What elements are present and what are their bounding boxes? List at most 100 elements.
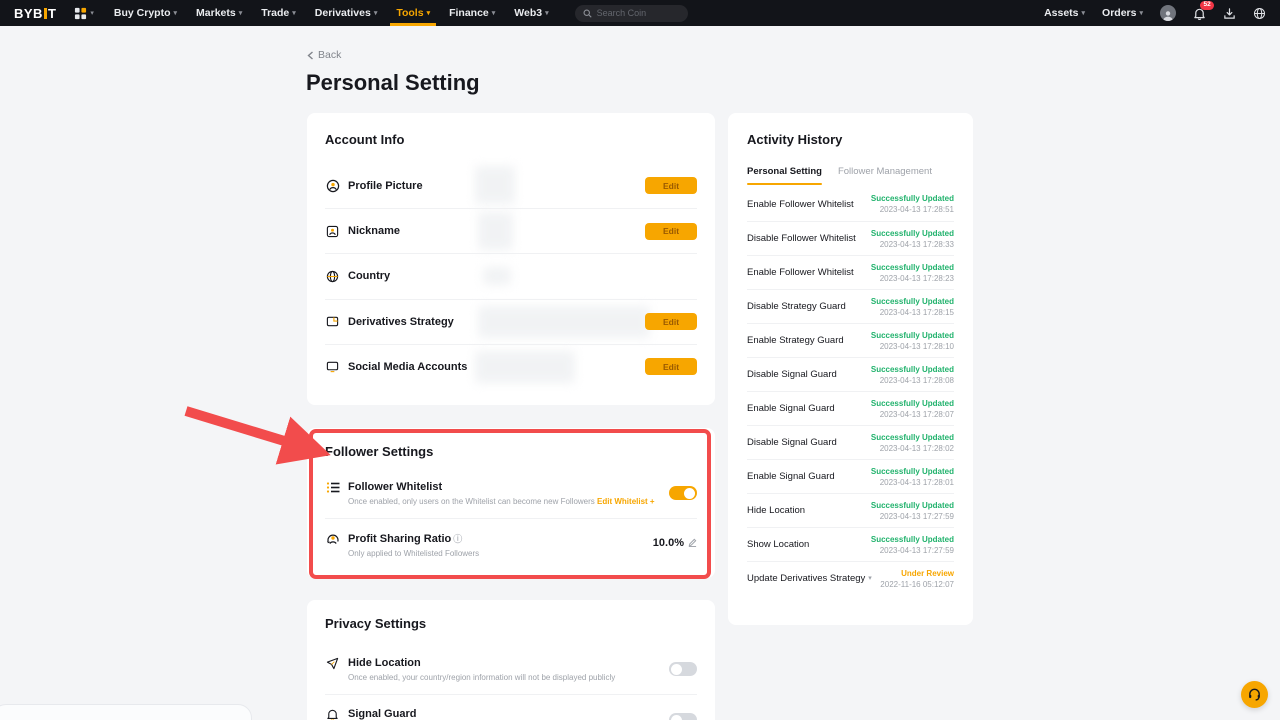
toggle-knob <box>671 715 682 720</box>
activity-row-under-review: Update Derivatives Strategy▾ Under Revie… <box>747 561 954 595</box>
orders-menu[interactable]: Orders▾ <box>1102 7 1143 19</box>
signal-guard-bell-icon <box>325 708 340 720</box>
nav-derivatives[interactable]: Derivatives▾ <box>315 0 378 26</box>
page-title: Personal Setting <box>306 70 480 96</box>
profit-sharing-icon <box>325 532 340 546</box>
language-globe-icon[interactable] <box>1253 7 1266 20</box>
info-icon[interactable]: ⓘ <box>453 534 462 544</box>
nav-web3[interactable]: Web3▾ <box>514 0 548 26</box>
redacted-nickname <box>478 212 513 250</box>
country-globe-icon <box>325 270 340 283</box>
follower-whitelist-icon <box>325 481 340 494</box>
logo-text: BYB <box>14 6 43 21</box>
activity-row: Enable Signal Guard Successfully Updated… <box>747 391 954 425</box>
coin-search-box[interactable] <box>575 5 688 22</box>
activity-row: Enable Follower Whitelist Successfully U… <box>747 255 954 289</box>
edit-social-media-button[interactable]: Edit <box>645 358 697 375</box>
activity-row: Enable Follower Whitelist Successfully U… <box>747 187 954 221</box>
follower-settings-title: Follower Settings <box>325 444 697 459</box>
chevron-down-icon: ▾ <box>90 10 94 17</box>
chevron-down-icon: ▾ <box>174 10 178 17</box>
profile-avatar[interactable] <box>1160 5 1176 21</box>
account-info-title: Account Info <box>325 132 697 147</box>
activity-row: Disable Strategy Guard Successfully Upda… <box>747 289 954 323</box>
profit-sharing-subtitle: Only applied to Whitelisted Followers <box>348 549 479 558</box>
support-chat-button[interactable] <box>1241 681 1268 708</box>
nav-finance[interactable]: Finance▾ <box>449 0 495 26</box>
main-nav: Buy Crypto▾ Markets▾ Trade▾ Derivatives▾… <box>114 0 549 26</box>
chevron-down-icon: ▾ <box>868 575 872 582</box>
row-nickname: Nickname Edit <box>325 208 697 253</box>
toggle-knob <box>684 488 695 499</box>
toggle-knob <box>671 664 682 675</box>
download-app-icon[interactable] <box>1223 7 1236 20</box>
back-link[interactable]: Back <box>307 49 341 61</box>
top-nav-bar: BYB T ▾ Buy Crypto▾ Markets▾ Trade▾ Deriv… <box>0 0 1280 26</box>
account-info-card: Account Info Profile Picture Edit Nickna… <box>307 113 715 405</box>
activity-rows: Enable Follower Whitelist Successfully U… <box>747 187 954 595</box>
edit-pencil-icon[interactable] <box>688 538 697 547</box>
notification-count-badge: 52 <box>1200 1 1214 11</box>
activity-row: Enable Strategy Guard Successfully Updat… <box>747 323 954 357</box>
activity-history-card: Activity History Personal Setting Follow… <box>728 113 973 625</box>
social-media-icon <box>325 360 340 373</box>
header-right: Assets▾ Orders▾ 52 <box>1044 5 1266 21</box>
nav-buy-crypto[interactable]: Buy Crypto▾ <box>114 0 177 26</box>
edit-profile-picture-button[interactable]: Edit <box>645 177 697 194</box>
derivatives-strategy-icon <box>325 315 340 328</box>
row-profile-picture: Profile Picture Edit <box>325 163 697 208</box>
chevron-left-icon <box>307 51 314 60</box>
chevron-down-icon: ▾ <box>545 10 549 17</box>
tab-personal-setting[interactable]: Personal Setting <box>747 166 822 185</box>
notifications-bell-icon[interactable]: 52 <box>1193 7 1206 20</box>
redacted-strategy-text <box>478 306 650 338</box>
chat-widget-stub[interactable] <box>0 704 252 720</box>
follower-settings-card: Follower Settings Follower Whitelist Onc… <box>307 428 715 578</box>
back-label: Back <box>318 49 341 61</box>
bybit-logo[interactable]: BYB T <box>14 6 56 21</box>
activity-row: Enable Signal Guard Successfully Updated… <box>747 459 954 493</box>
chevron-down-icon: ▾ <box>427 10 431 17</box>
row-profit-sharing-ratio: Profit Sharing Ratioⓘ Only applied to Wh… <box>325 518 697 570</box>
chevron-down-icon: ▾ <box>492 10 496 17</box>
nav-markets[interactable]: Markets▾ <box>196 0 242 26</box>
follower-whitelist-toggle[interactable] <box>669 486 697 500</box>
profit-sharing-value: 10.0% <box>653 537 697 549</box>
redacted-social-links <box>475 351 575 383</box>
activity-row: Disable Signal Guard Successfully Update… <box>747 425 954 459</box>
activity-row: Hide Location Successfully Updated2023-0… <box>747 493 954 527</box>
redacted-profile-image <box>475 166 515 204</box>
chevron-down-icon: ▾ <box>239 10 243 17</box>
row-signal-guard: Signal Guard Once enabled, Followers can… <box>325 694 697 720</box>
edit-nickname-button[interactable]: Edit <box>645 223 697 240</box>
row-follower-whitelist: Follower Whitelist Once enabled, only us… <box>325 468 697 518</box>
profile-picture-icon <box>325 179 340 193</box>
nav-trade[interactable]: Trade▾ <box>261 0 296 26</box>
hide-location-toggle[interactable] <box>669 662 697 676</box>
chevron-down-icon: ▾ <box>1139 10 1143 17</box>
assets-menu[interactable]: Assets▾ <box>1044 7 1085 19</box>
chevron-down-icon: ▾ <box>374 10 378 17</box>
activity-row: Show Location Successfully Updated2023-0… <box>747 527 954 561</box>
row-social-media: Social Media Accounts Edit <box>325 344 697 389</box>
edit-whitelist-link[interactable]: Edit Whitelist + <box>597 497 655 506</box>
nickname-icon <box>325 225 340 238</box>
activity-history-title: Activity History <box>747 132 954 147</box>
tab-follower-management[interactable]: Follower Management <box>838 166 932 185</box>
chevron-down-icon: ▾ <box>1082 10 1086 17</box>
signal-guard-toggle[interactable] <box>669 713 697 720</box>
privacy-settings-title: Privacy Settings <box>325 616 697 631</box>
follower-whitelist-subtitle: Once enabled, only users on the Whitelis… <box>348 497 655 506</box>
search-icon <box>583 9 592 18</box>
activity-tabs: Personal Setting Follower Management <box>747 166 954 185</box>
nav-tools[interactable]: Tools▾ <box>396 0 430 26</box>
edit-derivatives-strategy-button[interactable]: Edit <box>645 313 697 330</box>
activity-row: Disable Signal Guard Successfully Update… <box>747 357 954 391</box>
apps-grid-icon[interactable]: ▾ <box>74 7 94 20</box>
row-derivatives-strategy: Derivatives Strategy Edit <box>325 299 697 344</box>
headset-icon <box>1247 687 1262 702</box>
logo-accent-bar <box>44 8 47 19</box>
logo-text-2: T <box>48 6 56 21</box>
privacy-settings-card: Privacy Settings Hide Location Once enab… <box>307 600 715 720</box>
search-input[interactable] <box>597 8 677 18</box>
